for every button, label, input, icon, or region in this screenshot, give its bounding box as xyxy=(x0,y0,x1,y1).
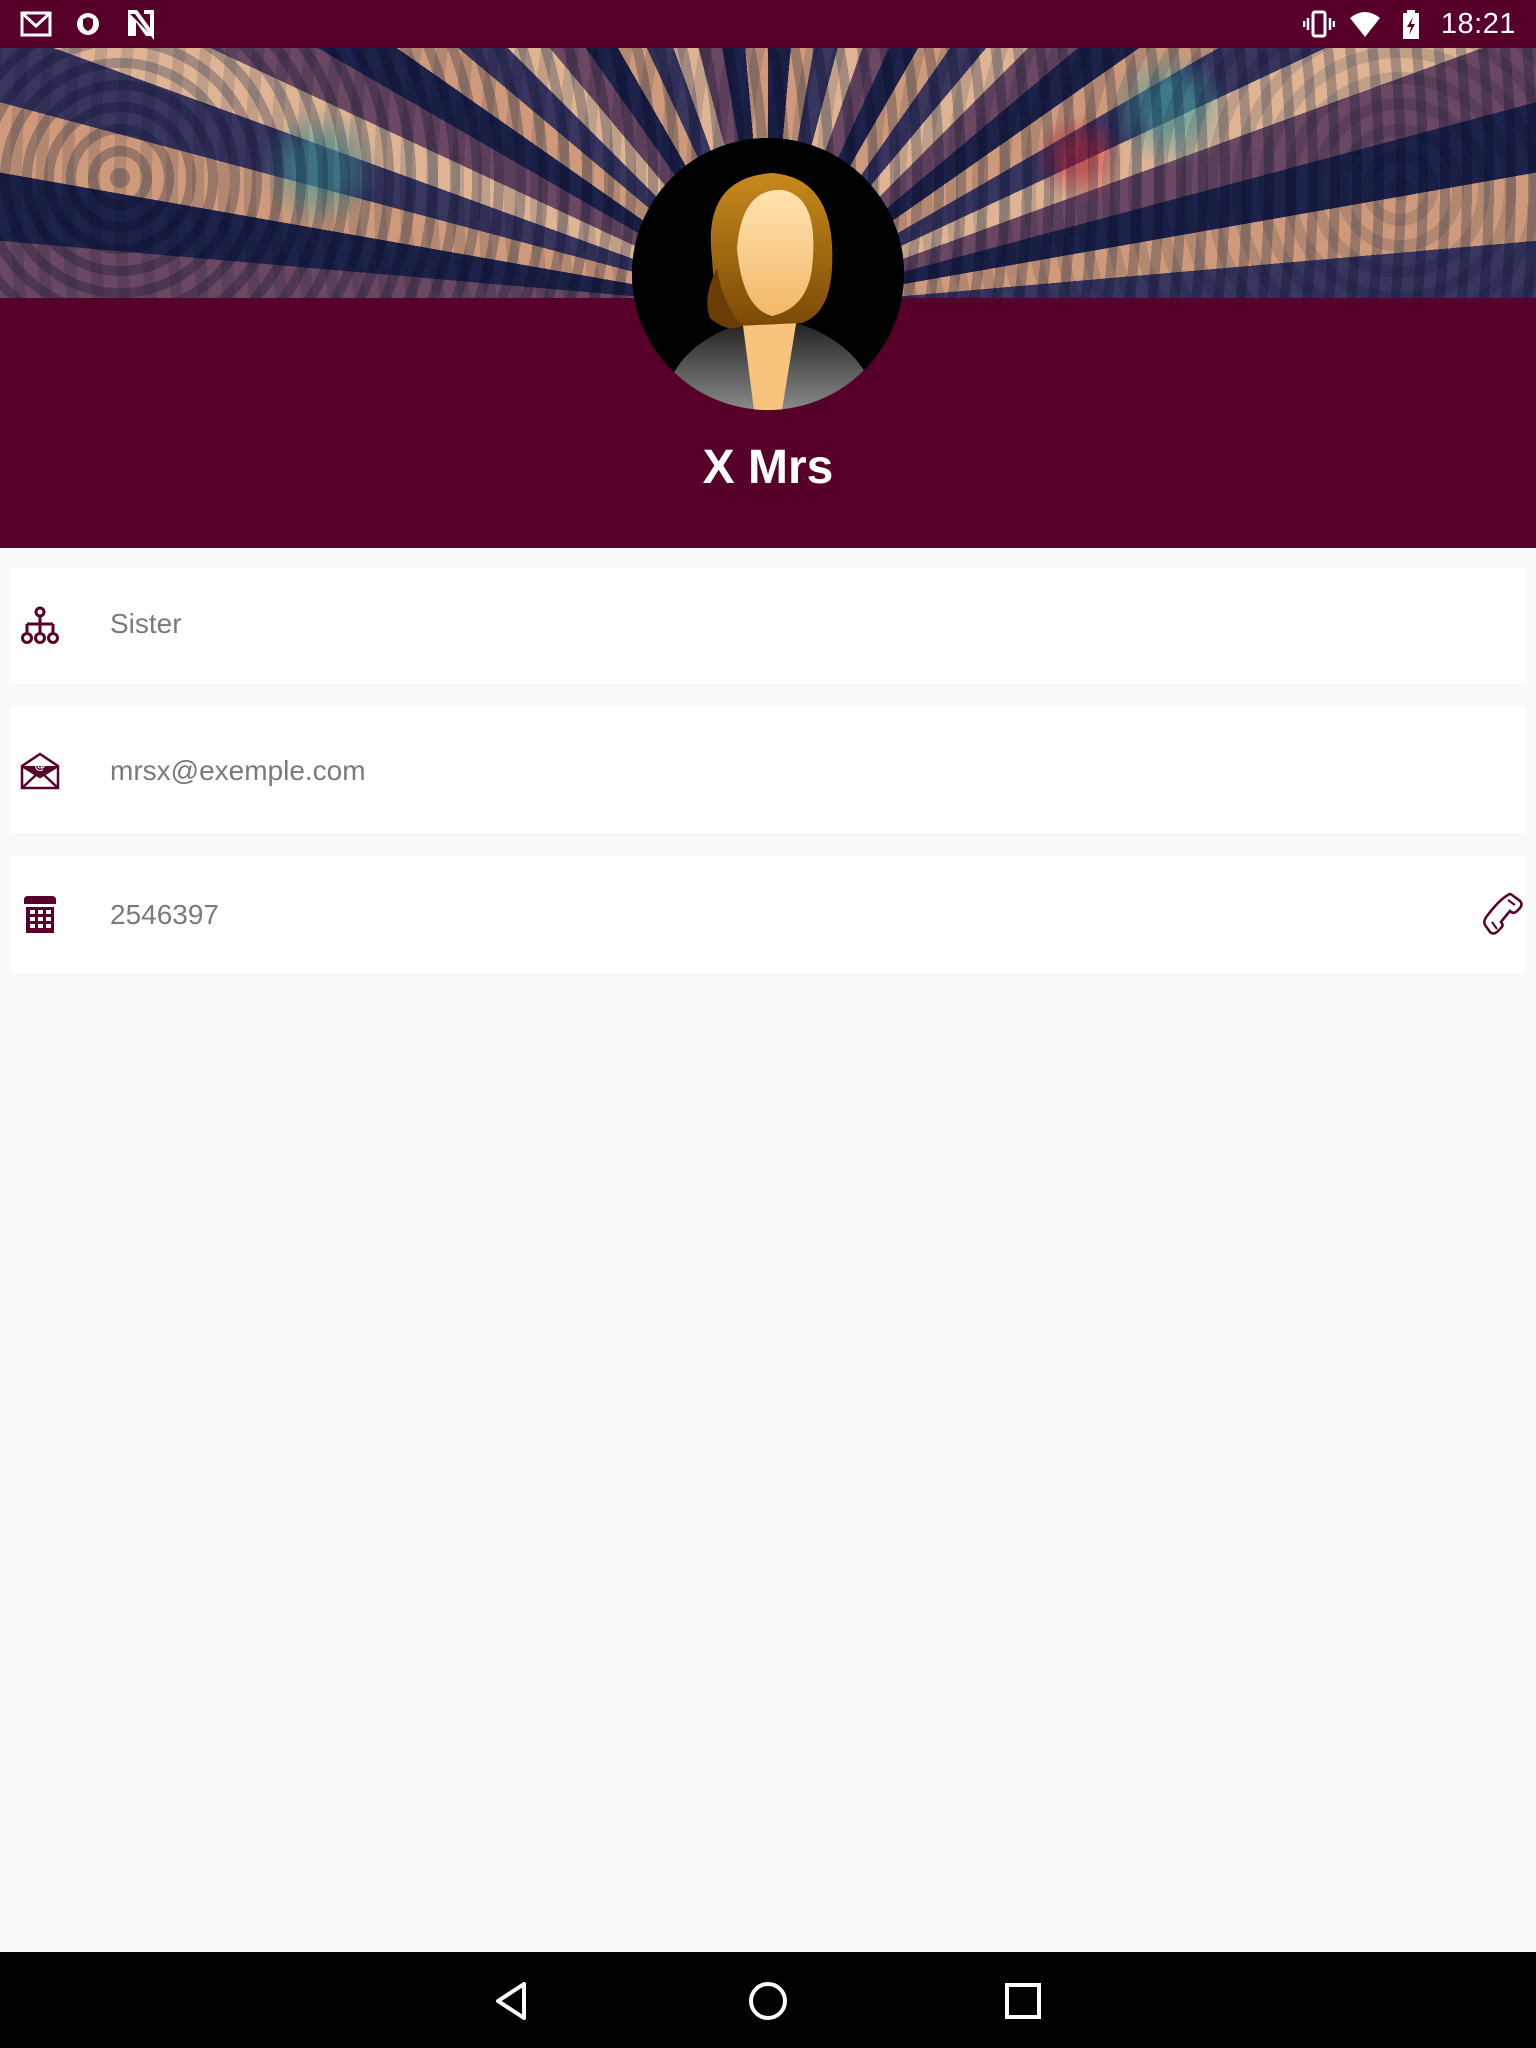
wifi-icon xyxy=(1349,8,1381,40)
navigation-bar xyxy=(0,1952,1536,2048)
avatar[interactable] xyxy=(632,138,904,410)
status-bar: 18:21 xyxy=(0,0,1536,48)
envelope-at-icon: @ xyxy=(20,750,60,790)
shield-icon xyxy=(72,8,104,40)
vibrate-icon xyxy=(1302,8,1336,40)
svg-text:@: @ xyxy=(35,759,46,772)
phone-row[interactable]: 2546397 xyxy=(10,856,1526,974)
status-bar-system: 18:21 xyxy=(1302,7,1516,40)
org-chart-icon xyxy=(20,606,60,646)
status-bar-notifications xyxy=(20,8,156,41)
call-handset-icon[interactable] xyxy=(1482,892,1526,936)
back-icon[interactable] xyxy=(488,1976,538,2026)
home-icon[interactable] xyxy=(743,1976,793,2026)
relation-value: Sister xyxy=(110,608,182,639)
clock: 18:21 xyxy=(1440,7,1516,40)
recents-icon[interactable] xyxy=(998,1976,1048,2026)
email-value: mrsx@exemple.com xyxy=(110,755,366,786)
contact-name: X Mrs xyxy=(702,441,834,494)
n-app-icon xyxy=(124,8,156,41)
gmail-icon xyxy=(20,8,52,40)
phone-value: 2546397 xyxy=(110,899,220,930)
relation-row[interactable]: Sister xyxy=(10,568,1526,684)
email-row[interactable]: @ mrsx@exemple.com xyxy=(10,706,1526,834)
keypad-phone-icon xyxy=(20,894,60,934)
battery-charging-icon xyxy=(1395,8,1427,40)
